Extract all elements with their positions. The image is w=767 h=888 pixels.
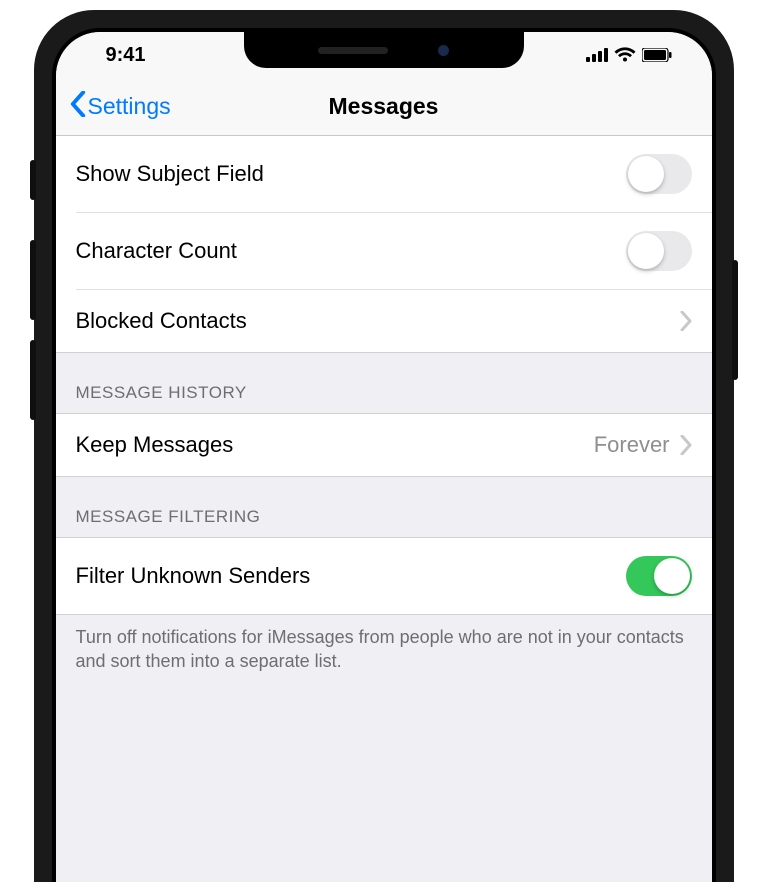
status-time: 9:41: [86, 44, 146, 67]
wifi-icon: [614, 47, 636, 63]
screen: 9:41 Set: [56, 32, 712, 882]
row-filter-unknown-senders[interactable]: Filter Unknown Senders: [76, 538, 712, 614]
battery-icon: [642, 48, 672, 62]
chevron-right-icon: [680, 311, 692, 331]
row-label: Filter Unknown Senders: [76, 563, 626, 589]
row-label: Character Count: [76, 238, 626, 264]
nav-bar: Settings Messages: [56, 78, 712, 136]
row-character-count[interactable]: Character Count: [76, 212, 712, 289]
cellular-signal-icon: [586, 48, 608, 62]
back-label: Settings: [88, 93, 171, 120]
settings-group-history: Keep Messages Forever: [56, 413, 712, 477]
power-button: [732, 260, 738, 380]
row-value: Forever: [594, 432, 670, 458]
section-footer-filtering: Turn off notifications for iMessages fro…: [56, 615, 712, 694]
settings-group-general: Show Subject Field Character Count Block…: [56, 136, 712, 353]
front-camera: [438, 45, 449, 56]
notch: [244, 32, 524, 68]
toggle-filter-unknown-senders[interactable]: [626, 556, 692, 596]
volume-up: [30, 240, 36, 320]
volume-down: [30, 340, 36, 420]
chevron-left-icon: [70, 91, 86, 123]
content: Show Subject Field Character Count Block…: [56, 136, 712, 694]
row-show-subject-field[interactable]: Show Subject Field: [76, 136, 712, 212]
row-label: Show Subject Field: [76, 161, 626, 187]
toggle-show-subject-field[interactable]: [626, 154, 692, 194]
row-label: Blocked Contacts: [76, 308, 680, 334]
phone-frame: 9:41 Set: [34, 10, 734, 882]
speaker-grille: [318, 47, 388, 54]
row-keep-messages[interactable]: Keep Messages Forever: [76, 414, 712, 476]
back-button[interactable]: Settings: [70, 91, 171, 123]
chevron-right-icon: [680, 435, 692, 455]
section-header-filtering: MESSAGE FILTERING: [56, 477, 712, 537]
settings-group-filtering: Filter Unknown Senders: [56, 537, 712, 615]
section-header-history: MESSAGE HISTORY: [56, 353, 712, 413]
silence-switch: [30, 160, 36, 200]
row-label: Keep Messages: [76, 432, 594, 458]
row-blocked-contacts[interactable]: Blocked Contacts: [76, 289, 712, 352]
toggle-character-count[interactable]: [626, 231, 692, 271]
